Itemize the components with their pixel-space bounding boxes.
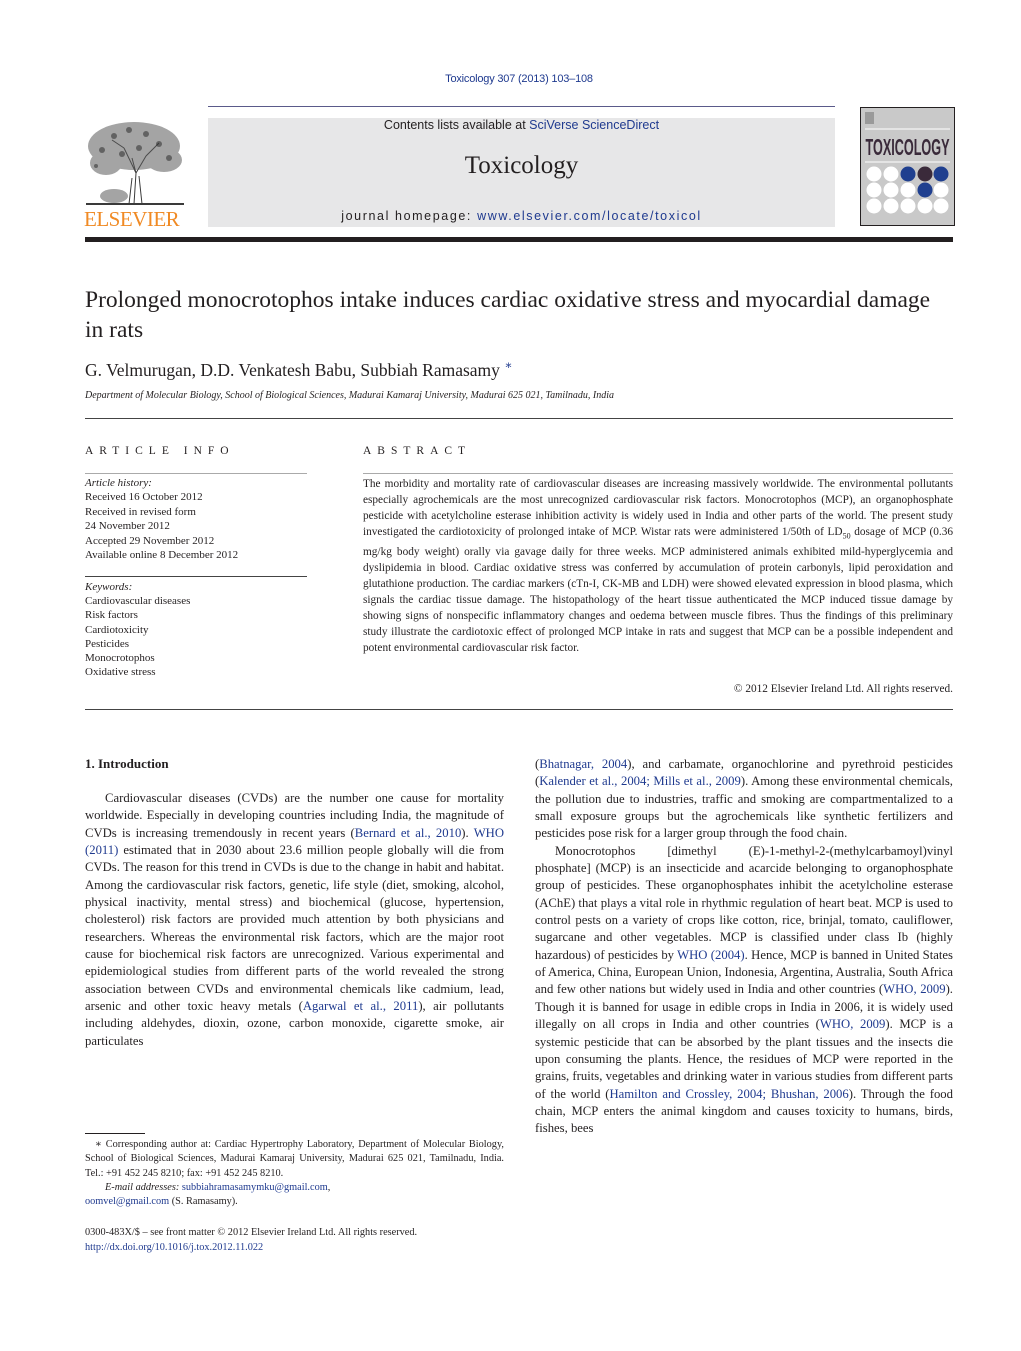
keyword-item: Risk factors xyxy=(85,609,138,622)
doi-link[interactable]: http://dx.doi.org/10.1016/j.tox.2012.11.… xyxy=(85,1240,504,1255)
sciencedirect-link[interactable]: SciVerse ScienceDirect xyxy=(529,118,659,132)
homepage-link[interactable]: www.elsevier.com/locate/toxicol xyxy=(477,209,702,223)
email-label: E-mail addresses: xyxy=(105,1181,180,1193)
abstract-part-2: dosage of MCP (0.36 mg/kg body weight) o… xyxy=(363,526,953,655)
citation-link[interactable]: Kalender et al., 2004; Mills et al., 200… xyxy=(539,774,741,788)
keywords-divider xyxy=(85,576,307,577)
author-list: G. Velmurugan, D.D. Venkatesh Babu, Subb… xyxy=(85,358,512,381)
citation-link[interactable]: Hamilton and Crossley, 2004; Bhushan, 20… xyxy=(610,1087,849,1101)
contents-availability: Contents lists available at SciVerse Sci… xyxy=(208,118,835,132)
body-text: estimated that in 2030 about 23.6 millio… xyxy=(85,843,504,1014)
corresponding-author-text: ∗ Corresponding author at: Cardiac Hyper… xyxy=(85,1139,504,1179)
abstract-end-divider xyxy=(85,709,953,710)
contents-prefix: Contents lists available at xyxy=(383,118,530,132)
svg-text:TOXICOLOGY: TOXICOLOGY xyxy=(866,134,950,160)
section-heading-introduction: 1. Introduction xyxy=(85,756,169,771)
journal-citation-link[interactable]: Toxicology 307 (2013) 103–108 xyxy=(0,73,1021,85)
history-item: Received in revised form xyxy=(85,505,196,518)
body-text: Monocrotophos [dimethyl (E)-1-methyl-2-(… xyxy=(535,843,953,962)
abstract-text: The morbidity and mortality rate of card… xyxy=(363,476,953,656)
keyword-item: Oxidative stress xyxy=(85,666,156,679)
author-affiliation: Department of Molecular Biology, School … xyxy=(85,390,615,401)
homepage-prefix: journal homepage: xyxy=(341,209,478,223)
body-column-left: Cardiovascular diseases (CVDs) are the n… xyxy=(85,790,504,1050)
intro-paragraph-2: Monocrotophos [dimethyl (E)-1-methyl-2-(… xyxy=(535,843,953,1138)
citation-link[interactable]: WHO, 2009 xyxy=(883,982,945,996)
article-info-heading: ARTICLE INFO xyxy=(85,445,235,457)
abstract-divider xyxy=(363,473,953,474)
citation-link[interactable]: WHO (2004) xyxy=(677,948,744,962)
keywords-label: Keywords: xyxy=(85,581,133,593)
history-item: Available online 8 December 2012 xyxy=(85,549,239,562)
elsevier-wordmark: ELSEVIER xyxy=(84,207,180,231)
journal-title: Toxicology xyxy=(464,152,579,179)
email-line: E-mail addresses: subbiahramasamymku@gma… xyxy=(105,1181,331,1193)
email-owner: (S. Ramasamy). xyxy=(169,1196,238,1208)
history-item: Accepted 29 November 2012 xyxy=(85,534,215,547)
front-matter: 0300-483X/$ – see front matter © 2012 El… xyxy=(85,1225,504,1255)
citation-link[interactable]: WHO, 2009 xyxy=(820,1017,885,1031)
keyword-item: Cardiotoxicity xyxy=(85,623,149,636)
corresponding-author-marker[interactable]: ∗ xyxy=(504,358,512,372)
history-label: Article history: xyxy=(85,477,152,489)
journal-homepage: journal homepage: www.elsevier.com/locat… xyxy=(208,209,835,223)
corresponding-author-footnote: ∗ Corresponding author at: Cardiac Hyper… xyxy=(85,1138,504,1209)
email-link-2[interactable]: oomvel@gmail.com xyxy=(85,1196,169,1207)
header-divider xyxy=(208,106,835,107)
citation-link[interactable]: Agarwal et al., 2011 xyxy=(303,999,419,1013)
keywords-list: Keywords: Cardiovascular diseases Risk f… xyxy=(85,580,315,679)
article-history: Article history: Received 16 October 201… xyxy=(85,476,315,562)
keyword-item: Monocrotophos xyxy=(85,652,155,665)
authors-names: G. Velmurugan, D.D. Venkatesh Babu, Subb… xyxy=(85,359,500,380)
email-link-1[interactable]: subbiahramasamymku@gmail.com xyxy=(182,1182,328,1193)
citation-link[interactable]: Bhatnagar, 2004 xyxy=(539,757,627,771)
body-column-right: (Bhatnagar, 2004), and carbamate, organo… xyxy=(535,756,953,1138)
history-item: 24 November 2012 xyxy=(85,520,170,533)
title-divider xyxy=(85,418,953,419)
citation-link[interactable]: Bernard et al., 2010 xyxy=(355,826,462,840)
body-text: ). xyxy=(461,825,474,840)
history-item: Received 16 October 2012 xyxy=(85,491,203,504)
article-title: Prolonged monocrotophos intake induces c… xyxy=(85,287,931,343)
footnote-divider xyxy=(85,1133,145,1134)
email-line-2: oomvel@gmail.com (S. Ramasamy). xyxy=(85,1195,504,1209)
abstract-heading: ABSTRACT xyxy=(363,445,472,457)
front-matter-text: 0300-483X/$ – see front matter © 2012 El… xyxy=(85,1227,418,1238)
header-thick-divider xyxy=(85,237,953,242)
keyword-item: Cardiovascular diseases xyxy=(85,595,191,608)
article-info-divider xyxy=(85,473,307,474)
intro-paragraph-1-continued: (Bhatnagar, 2004), and carbamate, organo… xyxy=(535,756,953,843)
intro-paragraph-1: Cardiovascular diseases (CVDs) are the n… xyxy=(85,790,504,1050)
journal-cover-thumbnail: TOXICOLOGY xyxy=(860,107,955,226)
ld50-subscript: 50 xyxy=(842,531,851,541)
keyword-item: Pesticides xyxy=(85,637,129,650)
abstract-copyright: © 2012 Elsevier Ireland Ltd. All rights … xyxy=(733,683,953,695)
